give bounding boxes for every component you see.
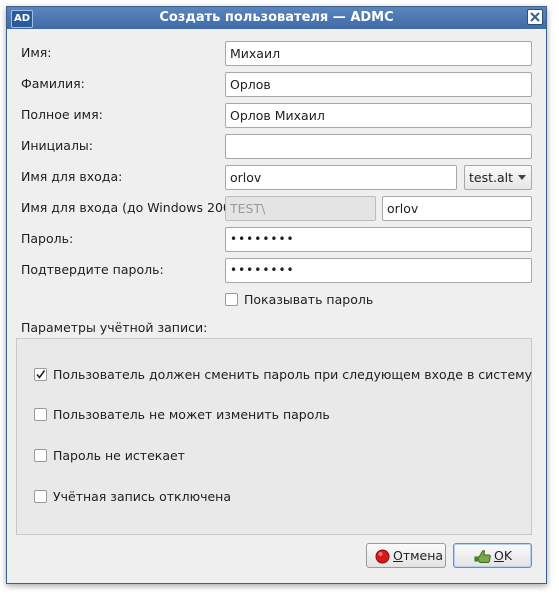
password-input[interactable]: •••••••• bbox=[225, 227, 532, 252]
initials-label: Инициалы: bbox=[21, 138, 94, 153]
logon-name-label: Имя для входа: bbox=[21, 169, 123, 184]
close-icon[interactable] bbox=[527, 9, 543, 25]
logon-domain-select[interactable]: test.alt bbox=[464, 165, 532, 190]
last-name-label: Фамилия: bbox=[21, 76, 85, 91]
window-title: Создать пользователя — ADMC bbox=[159, 10, 394, 25]
pre2000-domain-prefix-field: TEST\ bbox=[225, 196, 376, 221]
chevron-down-icon bbox=[518, 175, 526, 180]
full-name-input[interactable]: Орлов Михаил bbox=[225, 103, 532, 128]
cancel-button[interactable]: Отмена bbox=[366, 543, 446, 568]
full-name-label: Полное имя: bbox=[21, 107, 103, 122]
option-must-change-password-label[interactable]: Пользователь должен сменить пароль при с… bbox=[53, 367, 532, 383]
confirm-password-label: Подтвердите пароль: bbox=[21, 262, 164, 277]
show-password-label[interactable]: Показывать пароль bbox=[244, 292, 373, 308]
ok-hand-icon bbox=[474, 548, 492, 571]
option-password-never-expires-checkbox[interactable] bbox=[34, 449, 47, 462]
logon-name-input[interactable]: orlov bbox=[225, 165, 457, 190]
logon-name-pre2000-label: Имя для входа (до Windows 2000): bbox=[21, 200, 248, 215]
option-must-change-password-checkbox[interactable] bbox=[34, 368, 47, 381]
cancel-button-label: Отмена bbox=[393, 548, 444, 563]
option-password-never-expires-label[interactable]: Пароль не истекает bbox=[53, 448, 185, 464]
initials-input[interactable] bbox=[225, 134, 532, 159]
logon-domain-value: test.alt bbox=[469, 170, 514, 185]
show-password-checkbox[interactable] bbox=[225, 293, 238, 306]
password-label: Пароль: bbox=[21, 231, 74, 246]
option-account-disabled-checkbox[interactable] bbox=[34, 490, 47, 503]
ok-button-label: OK bbox=[494, 548, 513, 563]
first-name-label: Имя: bbox=[21, 45, 52, 60]
first-name-input[interactable]: Михаил bbox=[225, 41, 532, 66]
ok-button[interactable]: OK bbox=[453, 543, 532, 568]
option-cannot-change-password-label[interactable]: Пользователь не может изменить пароль bbox=[53, 407, 330, 423]
option-account-disabled-label[interactable]: Учётная запись отключена bbox=[53, 489, 231, 505]
checkmark-icon bbox=[36, 370, 46, 379]
create-user-dialog: AD Создать пользователя — ADMC Имя: Миха… bbox=[6, 6, 547, 584]
cancel-red-circle-icon bbox=[375, 548, 390, 571]
title-bar[interactable]: AD Создать пользователя — ADMC bbox=[7, 7, 546, 29]
confirm-password-input[interactable]: •••••••• bbox=[225, 258, 532, 283]
last-name-input[interactable]: Орлов bbox=[225, 72, 532, 97]
account-options-title: Параметры учётной записи: bbox=[21, 320, 208, 335]
option-cannot-change-password-checkbox[interactable] bbox=[34, 408, 47, 421]
logon-name-pre2000-input[interactable]: orlov bbox=[382, 196, 532, 221]
